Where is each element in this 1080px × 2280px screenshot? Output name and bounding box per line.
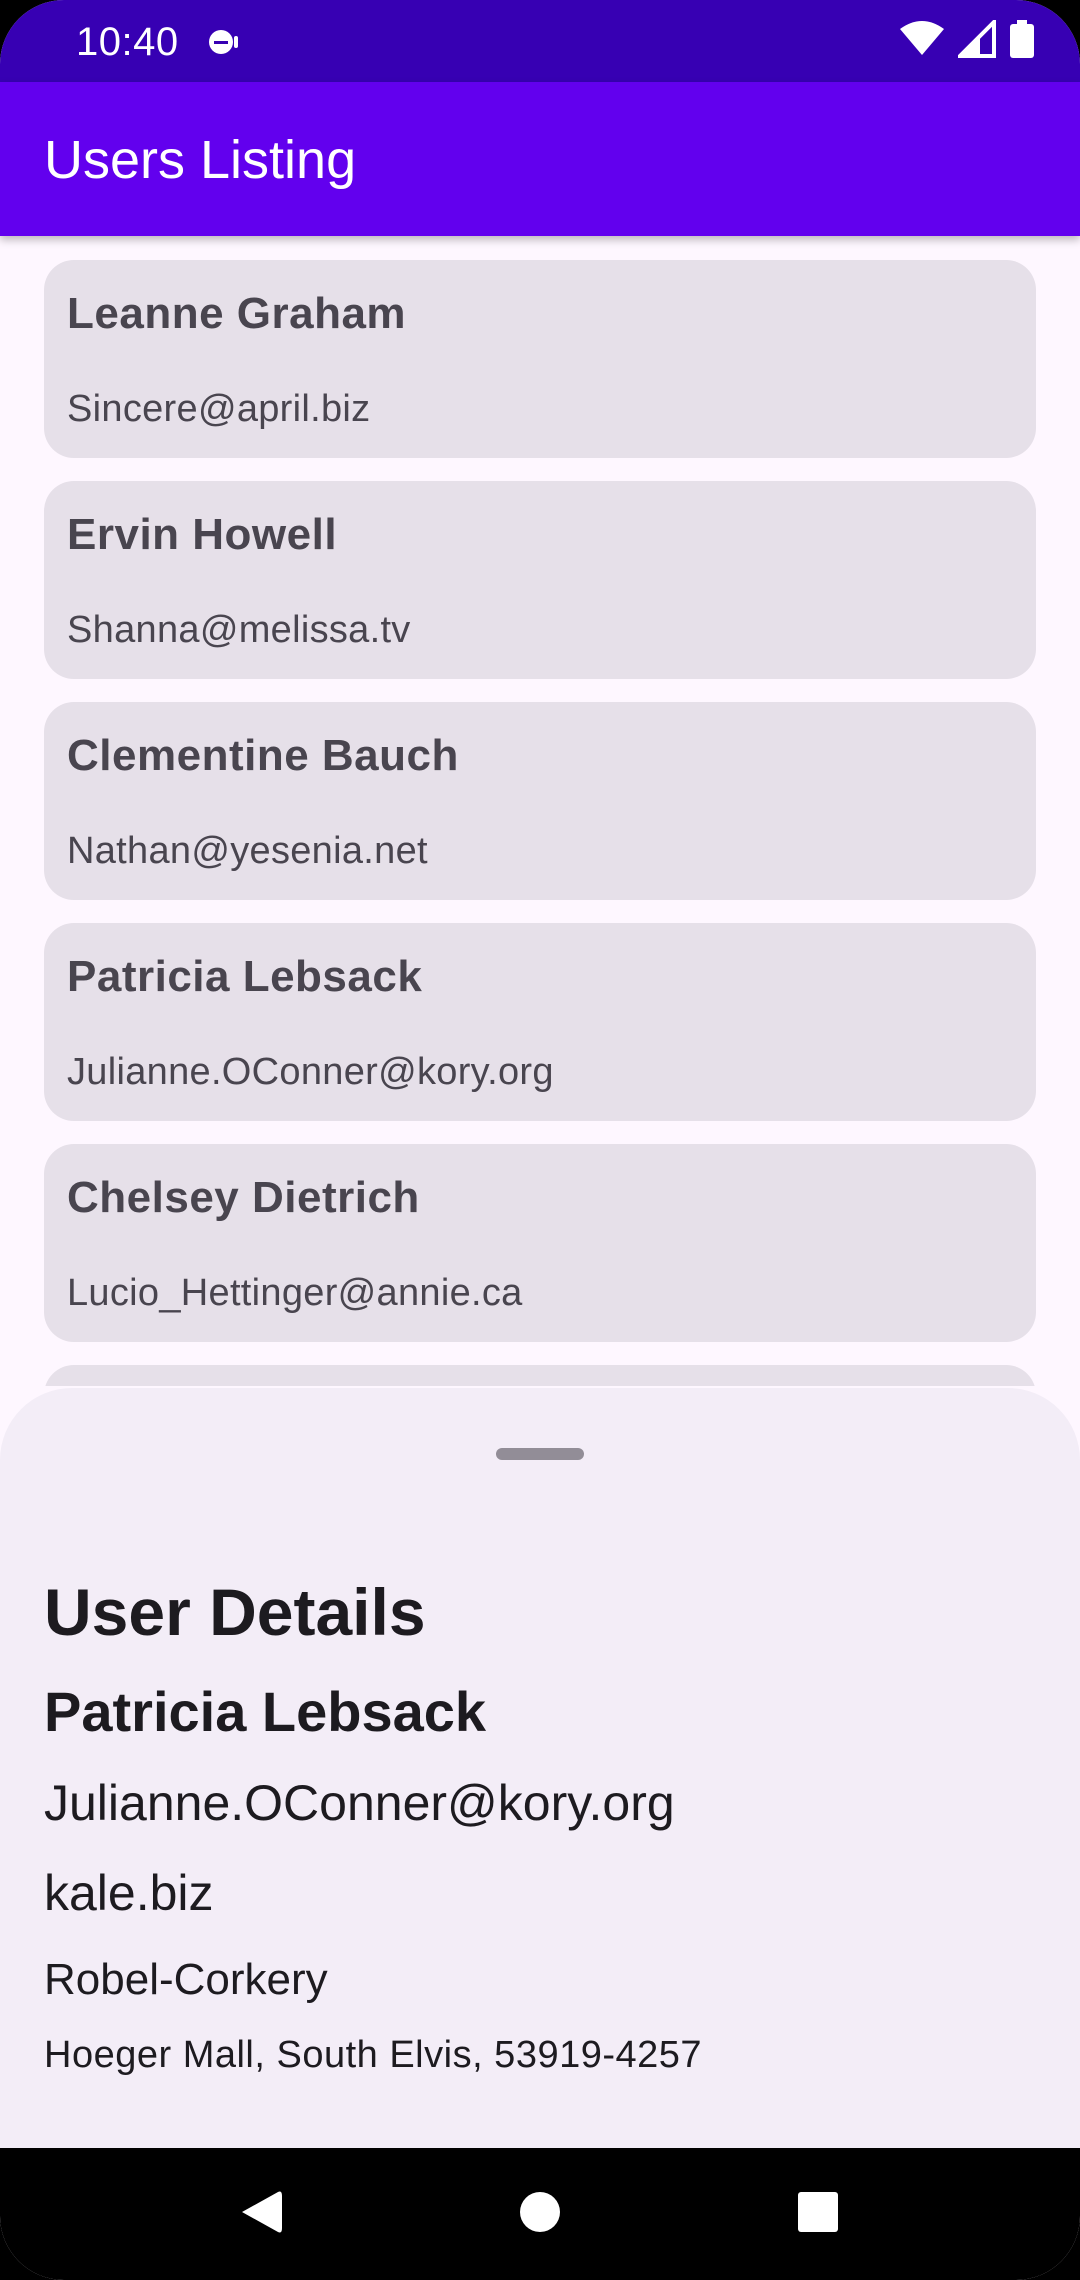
status-icons: [900, 17, 1034, 63]
user-name: Chelsey Dietrich: [67, 1173, 420, 1222]
detail-address: Hoeger Mall, South Elvis, 53919-4257: [44, 2034, 703, 2076]
battery-icon: [1010, 20, 1034, 63]
navigation-bar: [0, 2148, 1080, 2280]
drag-handle[interactable]: [496, 1448, 584, 1460]
user-card-clementine-bauch[interactable]: Clementine Bauch Nathan@yesenia.net: [44, 702, 1036, 900]
detail-email: Julianne.OConner@kory.org: [44, 1775, 675, 1831]
user-card-patricia-lebsack[interactable]: Patricia Lebsack Julianne.OConner@kory.o…: [44, 923, 1036, 1121]
user-email: Julianne.OConner@kory.org: [67, 1051, 554, 1093]
detail-company: Robel-Corkery: [44, 1955, 328, 2004]
sheet-title: User Details: [44, 1575, 426, 1649]
back-button[interactable]: [220, 2174, 300, 2254]
detail-website: kale.biz: [44, 1865, 214, 1921]
phone-screen: 10:40 Users Listing Leanne Graham Sincer…: [0, 0, 1080, 2280]
signal-icon: [955, 17, 996, 63]
user-name: Ervin Howell: [67, 510, 338, 559]
status-bar: 10:40: [0, 0, 1080, 82]
home-button[interactable]: [500, 2174, 580, 2254]
user-list[interactable]: Leanne Graham Sincere@april.biz Ervin Ho…: [0, 236, 1080, 1386]
home-icon: [519, 2191, 561, 2238]
user-name: Clementine Bauch: [67, 731, 459, 780]
user-card-chelsey-dietrich[interactable]: Chelsey Dietrich Lucio_Hettinger@annie.c…: [44, 1144, 1036, 1342]
app-bar: Users Listing: [0, 82, 1080, 236]
user-details-sheet: User Details Patricia Lebsack Julianne.O…: [0, 1388, 1080, 2148]
user-card-leanne-graham[interactable]: Leanne Graham Sincere@april.biz: [44, 260, 1036, 458]
back-icon: [238, 2188, 282, 2241]
user-email: Sincere@april.biz: [67, 388, 371, 430]
detail-name: Patricia Lebsack: [44, 1680, 487, 1743]
user-name: Leanne Graham: [67, 289, 407, 338]
notification-icon: [204, 22, 244, 62]
status-time: 10:40: [76, 20, 179, 64]
recents-button[interactable]: [778, 2174, 858, 2254]
app-title: Users Listing: [44, 130, 357, 190]
recents-icon: [797, 2191, 839, 2238]
user-email: Nathan@yesenia.net: [67, 830, 428, 872]
user-card-partial[interactable]: [44, 1365, 1036, 1386]
user-email: Shanna@melissa.tv: [67, 609, 411, 651]
user-name: Patricia Lebsack: [67, 952, 423, 1001]
user-email: Lucio_Hettinger@annie.ca: [67, 1272, 523, 1314]
user-card-ervin-howell[interactable]: Ervin Howell Shanna@melissa.tv: [44, 481, 1036, 679]
wifi-icon: [900, 21, 944, 62]
